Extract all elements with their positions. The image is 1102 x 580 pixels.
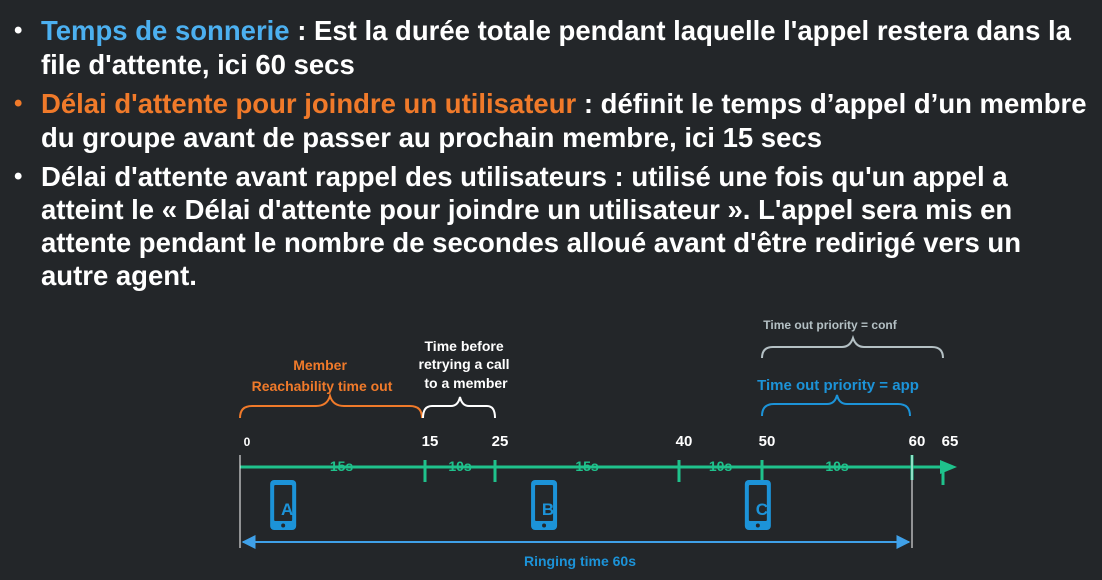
phone-letter: A [281,500,293,519]
ringing-time-label: Ringing time 60s [524,553,636,569]
tick-label-65: 65 [942,433,959,450]
tick-labels: 0 15 25 40 50 60 65 [244,433,959,450]
retry-line-1: Time before [425,338,504,354]
retry-label: Time before retrying a call to a member [419,338,514,391]
retry-line-2: retrying a call [419,356,510,372]
phone-letter: B [542,500,554,519]
phones: A B C [270,480,771,530]
priority-conf-label: Time out priority = conf [763,318,897,332]
tick-label-0: 0 [244,435,251,449]
segment-label-3: 10s [709,458,733,474]
member-reachability-label: Member Reachability time out [252,357,393,394]
phone-button [281,523,286,528]
phone-button [755,523,760,528]
segment-label-4: 10s [825,458,849,474]
member-reachability-line-2: Reachability time out [252,378,393,394]
timeline-diagram: Member Reachability time out Time before… [239,318,959,569]
tick-label-60: 60 [909,433,926,450]
retry-line-3: to a member [424,375,508,391]
tick-label-50: 50 [759,433,776,450]
segment-label-1: 10s [448,458,472,474]
phone-letter: C [756,500,768,519]
priority-app-label: Time out priority = app [757,377,919,394]
phone-icon-A: A [270,480,297,530]
phone-icon-B: B [531,480,558,530]
phone-button [542,523,547,528]
brace-member-reachability [239,392,423,419]
brace-retry [422,396,496,419]
member-reachability-line-1: Member [293,357,347,373]
segment-label-0: 15s [330,458,354,474]
tick-label-25: 25 [492,433,509,450]
tick-label-15: 15 [422,433,439,450]
segment-label-2: 15s [575,458,599,474]
tick-label-40: 40 [676,433,693,450]
phone-icon-C: C [744,480,771,530]
brace-priority-app [761,394,911,417]
timeline-ticks [423,455,945,485]
brace-priority-conf [761,334,944,359]
